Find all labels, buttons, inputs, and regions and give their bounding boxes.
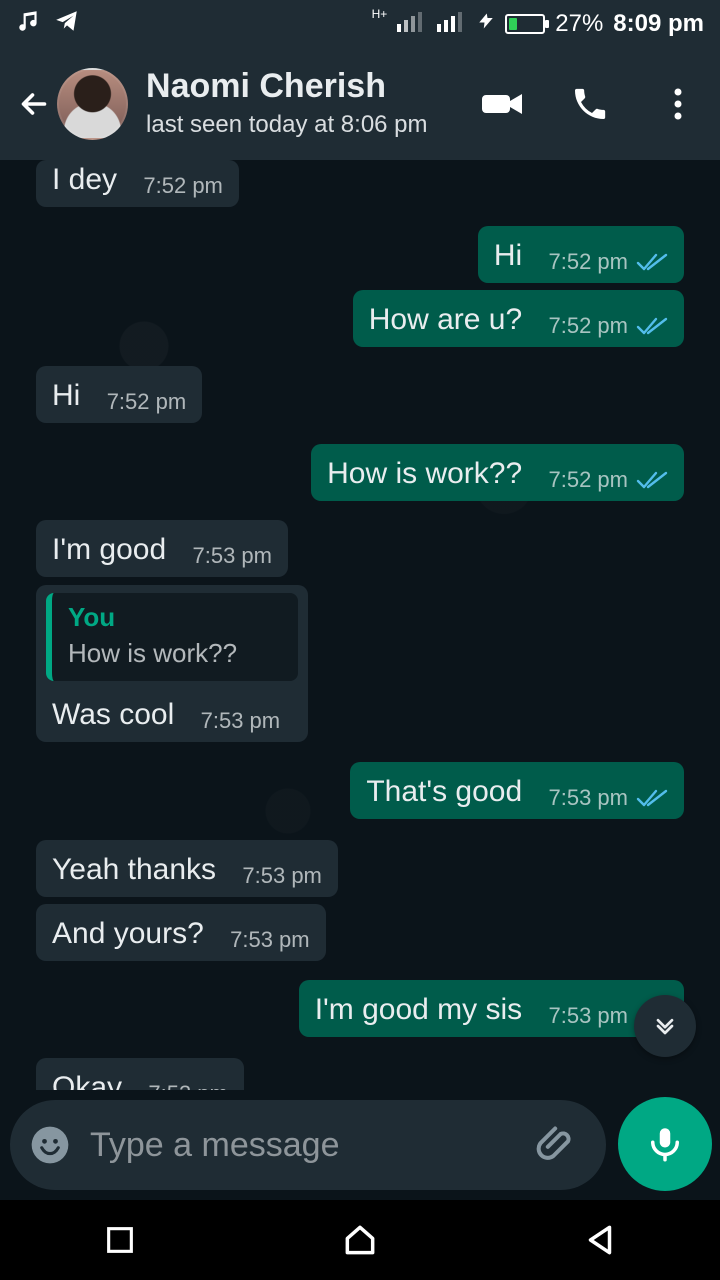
message-time: 7:52 pm [548,249,629,275]
triangle-back-icon [588,1225,612,1255]
status-bar: H+ 27% 8:09 pm [0,0,720,48]
more-options-button[interactable] [656,82,700,126]
message-meta: 7:53 pm [192,543,272,568]
message-time: 7:53 pm [148,1081,228,1090]
scroll-to-bottom-button[interactable] [634,995,696,1057]
message-text: How is work?? [327,456,523,490]
message-text: Okay [52,1070,123,1090]
message-time: 7:53 pm [548,785,629,811]
message-text: I'm good [52,532,167,566]
attach-button[interactable] [535,1123,579,1167]
back-button[interactable] [12,82,55,126]
message-bubble-incoming[interactable]: I'm good 7:53 pm [36,520,288,578]
message-text: I dey [52,162,118,196]
square-icon [107,1227,133,1253]
status-left [16,8,82,41]
microphone-icon [651,1128,679,1162]
message-text: I'm good my sis [314,992,523,1026]
message-bubble-outgoing[interactable]: Hi 7:52 pm [477,226,684,284]
message-composer[interactable] [10,1100,662,1190]
chat-area[interactable]: I dey 7:52 pm Hi 7:52 pm How are u? 7:52… [0,160,720,1090]
home-icon [345,1225,375,1255]
message-bubble-incoming-reply[interactable]: You How is work?? Was cool 7:53 pm [36,585,308,743]
contact-name: Naomi Cherish [146,67,386,106]
android-nav-bar [0,1200,720,1280]
double-check-icon [636,789,668,807]
message-meta: 7:52 pm [549,249,669,274]
message-text: That's good [366,774,523,808]
status-right: H+ 27% 8:09 pm [371,7,704,40]
message-meta: 7:52 pm [143,173,223,198]
message-meta: 7:53 pm [242,863,322,888]
message-text: Was cool [52,697,175,731]
message-meta: 7:52 pm [549,467,669,492]
message-meta: 7:53 pm [230,927,310,952]
quoted-message[interactable]: You How is work?? [46,593,298,681]
message-meta: 7:53 pm [201,708,281,733]
message-text: And yours? [52,916,204,950]
contact-info[interactable]: Naomi Cherish last seen today at 8:06 pm [146,67,480,139]
voice-message-button[interactable] [618,1097,712,1191]
message-meta: 7:52 pm [107,389,187,414]
message-bubble-outgoing[interactable]: That's good 7:53 pm [350,762,684,820]
charging-icon [477,9,495,40]
status-time: 8:09 pm [613,10,704,37]
message-bubble-incoming[interactable]: Yeah thanks 7:53 pm [36,840,338,898]
chat-header: Naomi Cherish last seen today at 8:06 pm [0,48,720,160]
phone-icon [575,88,606,119]
paperclip-icon [536,1126,571,1160]
message-bubble-outgoing[interactable]: How are u? 7:52 pm [352,290,684,348]
message-text: How are u? [368,302,523,336]
double-check-icon [636,253,668,271]
network-type-label: H+ [371,7,388,21]
video-call-button[interactable] [480,82,524,126]
message-bubble-outgoing[interactable]: I'm good my sis 7:53 pm [298,980,684,1038]
quoted-sender: You [68,602,116,632]
back-nav-button[interactable] [568,1208,632,1272]
voice-call-button[interactable] [568,82,612,126]
battery-percent: 27% [555,10,604,37]
message-time: 7:53 pm [230,927,310,953]
message-bubble-incoming[interactable]: Hi 7:52 pm [36,366,203,424]
message-time: 7:52 pm [548,313,629,339]
message-text: Hi [52,378,81,412]
signal-icon [397,10,427,39]
contact-avatar[interactable] [57,68,129,140]
arrow-left-icon [21,93,46,115]
message-bubble-incoming[interactable]: And yours? 7:53 pm [36,904,326,962]
battery-icon [505,14,550,34]
music-icon [16,8,42,41]
message-meta: 7:52 pm [549,313,669,338]
message-time: 7:52 pm [548,467,629,493]
home-button[interactable] [328,1208,392,1272]
message-bubble-incoming[interactable]: Okay 7:53 pm [36,1058,244,1090]
video-camera-icon [482,94,522,114]
message-time: 7:52 pm [106,389,187,415]
message-time: 7:53 pm [192,543,272,569]
recent-apps-button[interactable] [88,1208,152,1272]
double-check-icon [636,471,668,489]
message-meta: 7:53 pm [148,1081,228,1090]
chevron-double-down-icon [656,1018,674,1035]
quoted-text: How is work?? [68,637,238,668]
emoji-button[interactable] [28,1123,72,1167]
battery-fill [509,18,518,30]
signal-icon-2 [437,10,467,39]
telegram-icon [52,8,82,41]
message-input[interactable] [88,1124,535,1166]
header-actions [480,82,708,126]
message-time: 7:53 pm [242,863,322,889]
message-bubble-incoming[interactable]: I dey 7:52 pm [36,160,239,208]
message-text: Yeah thanks [52,852,217,886]
message-time: 7:52 pm [143,173,223,199]
double-check-icon [636,317,668,335]
message-bubble-outgoing[interactable]: How is work?? 7:52 pm [311,444,684,502]
message-time: 7:53 pm [200,708,281,734]
message-meta: 7:53 pm [549,785,669,810]
message-time: 7:53 pm [548,1003,629,1029]
last-seen-text: last seen today at 8:06 pm [146,110,428,138]
more-vert-icon [674,88,682,120]
emoji-icon [31,1126,69,1164]
message-text: Hi [493,238,523,272]
